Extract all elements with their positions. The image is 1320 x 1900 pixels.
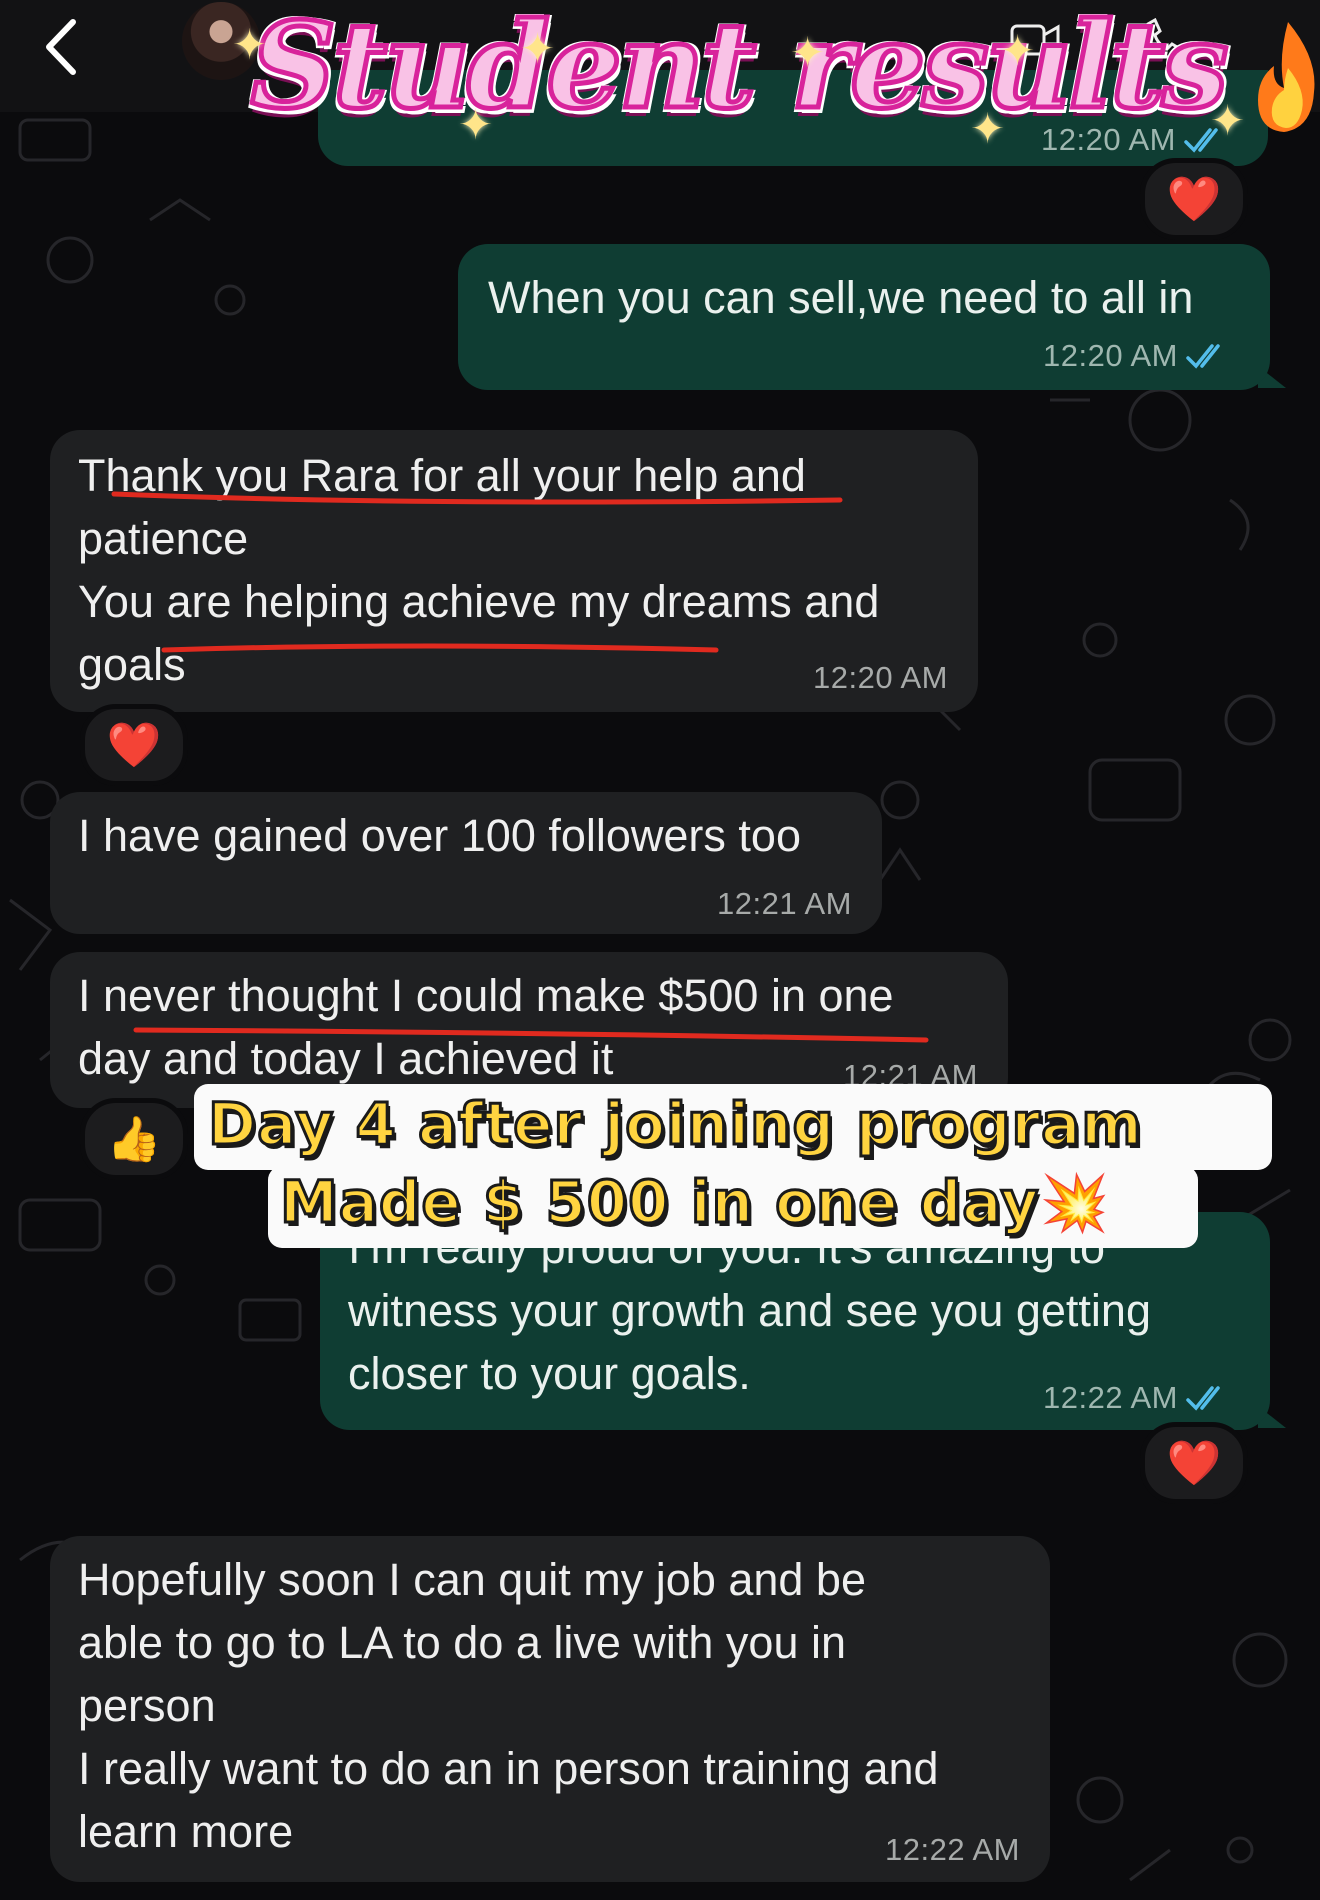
heart-reaction[interactable]: ❤️: [80, 704, 188, 786]
sparkle-icon: ✦: [970, 105, 1006, 152]
sparkle-icon: ✦: [790, 29, 826, 76]
title-sticker: Student results: [238, 0, 1238, 146]
message-time: 12:22 AM: [1043, 1380, 1178, 1415]
thumbs-up-reaction[interactable]: 👍: [80, 1098, 188, 1180]
message-line: witness your growth and see you getting: [348, 1285, 1151, 1336]
title-text: Student results: [248, 0, 1231, 138]
message-time: 12:20 AM: [1043, 338, 1178, 373]
message-line: I really want to do an in person trainin…: [78, 1743, 939, 1794]
message-bubble-incoming: Thank you Rara for all your help and pat…: [50, 430, 978, 712]
message-time: 12:21 AM: [717, 886, 852, 921]
message-line: able to go to LA to do a live with you i…: [78, 1617, 847, 1668]
double-check-icon: [1186, 344, 1220, 369]
heart-reaction[interactable]: ❤️: [1140, 158, 1248, 240]
message-time: 12:20 AM: [813, 660, 948, 695]
message-bubble-outgoing: When you can sell,we need to all in 12:2…: [458, 244, 1270, 390]
sparkle-icon: ✦: [520, 25, 556, 72]
back-button[interactable]: [30, 12, 90, 82]
message-line: Hopefully soon I can quit my job and be: [78, 1554, 866, 1605]
message-line: learn more: [78, 1806, 294, 1857]
message-bubble-incoming: I have gained over 100 followers too 12:…: [50, 792, 882, 934]
message-line: closer to your goals.: [348, 1348, 751, 1399]
explosion-emoji: 💥: [1039, 1171, 1111, 1236]
message-line: I never thought I could make $500 in one: [78, 970, 894, 1021]
message-line: person: [78, 1680, 216, 1731]
message-text: I have gained over 100 followers too: [78, 810, 801, 861]
message-line: patience: [78, 513, 249, 564]
sparkle-icon: ✦: [458, 101, 494, 148]
red-underline-annotation: [111, 491, 843, 505]
message-text: When you can sell,we need to all in: [488, 272, 1194, 323]
chevron-left-icon: [46, 19, 76, 75]
sparkle-icon: ✦: [1210, 97, 1246, 144]
double-check-icon: [1186, 1386, 1220, 1411]
red-underline-annotation: [161, 643, 719, 653]
fire-icon: [1258, 22, 1315, 132]
message-time: 12:22 AM: [885, 1832, 1020, 1867]
sparkle-icon: ✦: [232, 21, 268, 68]
overlay-caption-line2: Made $ 500 in one day💥: [268, 1166, 1198, 1248]
heart-reaction[interactable]: ❤️: [1140, 1422, 1248, 1504]
overlay-caption-line1: Day 4 after joining program: [194, 1084, 1272, 1170]
red-underline-annotation: [133, 1027, 929, 1043]
message-line: You are helping achieve my dreams and: [78, 576, 880, 627]
message-bubble-incoming: Hopefully soon I can quit my job and be …: [50, 1536, 1050, 1882]
sparkle-icon: ✦: [1000, 27, 1036, 74]
